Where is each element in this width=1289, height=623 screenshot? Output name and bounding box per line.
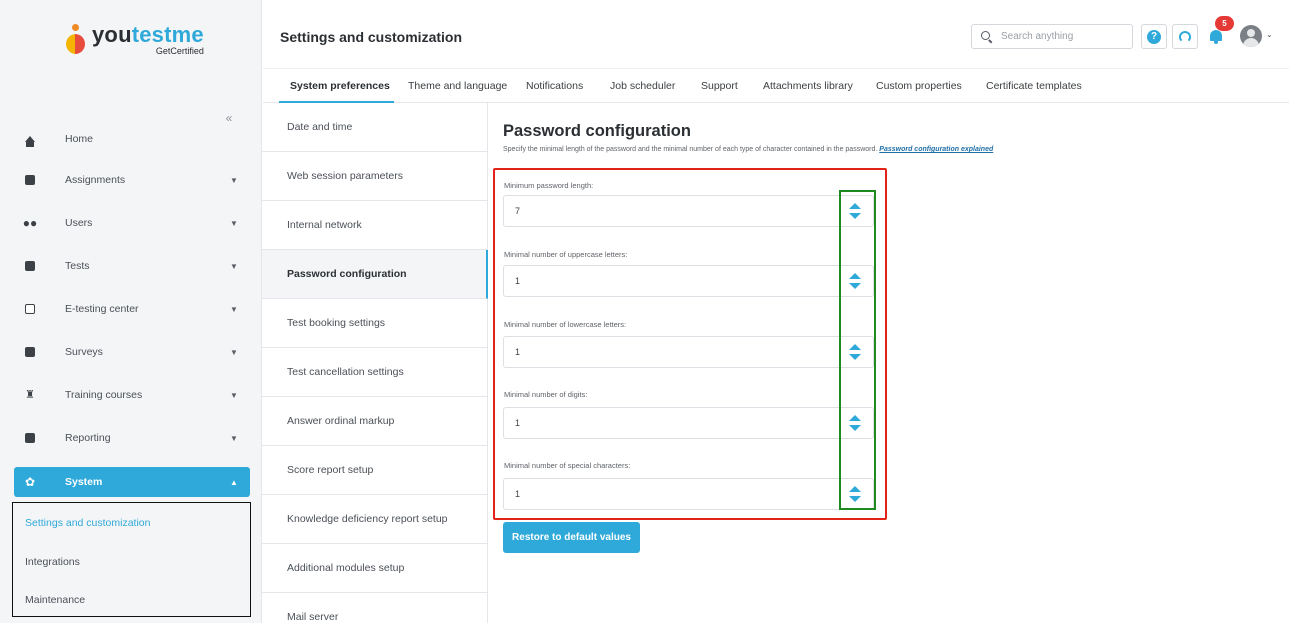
sidebar-item-label: Reporting bbox=[65, 432, 111, 444]
sidebar-item-label: Assignments bbox=[65, 174, 126, 186]
settings-item-password-configuration[interactable]: Password configuration bbox=[262, 250, 488, 299]
settings-item-mail-server[interactable]: Mail server bbox=[262, 593, 487, 623]
tab-certificate-templates[interactable]: Certificate templates bbox=[986, 80, 1082, 92]
sidebar-item-label: System bbox=[65, 476, 103, 488]
logo-word-part1: you bbox=[92, 22, 132, 47]
chevron-down-icon: ▼ bbox=[230, 175, 238, 185]
settings-item-test-booking[interactable]: Test booking settings bbox=[262, 299, 487, 348]
logo-word-part2: testme bbox=[131, 22, 204, 47]
assignments-icon bbox=[24, 174, 36, 186]
chevron-down-icon: ▼ bbox=[230, 261, 238, 271]
search-icon bbox=[981, 30, 993, 43]
restore-defaults-button[interactable]: Restore to default values bbox=[503, 522, 640, 553]
tab-notifications[interactable]: Notifications bbox=[526, 80, 583, 92]
sidebar-item-label: Users bbox=[65, 217, 93, 229]
reporting-icon bbox=[24, 432, 36, 444]
tab-support[interactable]: Support bbox=[701, 80, 738, 92]
section-description: Specify the minimal length of the passwo… bbox=[503, 146, 993, 153]
submenu-item-settings[interactable]: Settings and customization bbox=[25, 517, 151, 529]
sidebar-item-label: Training courses bbox=[65, 389, 143, 401]
settings-item-knowledge-deficiency[interactable]: Knowledge deficiency report setup bbox=[262, 495, 487, 544]
settings-item-answer-ordinal-markup[interactable]: Answer ordinal markup bbox=[262, 397, 487, 446]
annotation-green-box bbox=[839, 190, 876, 510]
logo-mark-icon bbox=[66, 24, 86, 56]
support-button[interactable] bbox=[1172, 24, 1198, 49]
settings-list: Date and time Web session parameters Int… bbox=[262, 103, 488, 623]
section-title: Password configuration bbox=[503, 122, 691, 140]
page-title: Settings and customization bbox=[280, 29, 463, 45]
chevron-down-icon[interactable]: ⌄ bbox=[1266, 30, 1273, 39]
sidebar-item-label: Surveys bbox=[65, 346, 103, 358]
home-icon bbox=[24, 133, 36, 147]
annotation-red-box bbox=[493, 168, 887, 520]
tests-icon bbox=[24, 260, 36, 272]
search-input[interactable] bbox=[1001, 31, 1121, 42]
tab-custom-properties[interactable]: Custom properties bbox=[876, 80, 962, 92]
chevron-down-icon: ▼ bbox=[230, 218, 238, 228]
sidebar-item-label: Home bbox=[65, 133, 94, 145]
chevron-down-icon: ▼ bbox=[230, 433, 238, 443]
sidebar-item-surveys[interactable]: Surveys ▼ bbox=[14, 337, 250, 367]
settings-item-additional-modules[interactable]: Additional modules setup bbox=[262, 544, 487, 593]
sidebar-item-reporting[interactable]: Reporting ▼ bbox=[14, 423, 250, 453]
settings-item-date-and-time[interactable]: Date and time bbox=[262, 103, 487, 152]
gear-icon: ✿ bbox=[24, 475, 36, 489]
sidebar-item-label: Tests bbox=[65, 260, 90, 272]
search-box[interactable] bbox=[971, 24, 1133, 49]
sidebar-item-tests[interactable]: Tests ▼ bbox=[14, 251, 250, 281]
tab-job-scheduler[interactable]: Job scheduler bbox=[610, 80, 675, 92]
trophy-icon: ♜ bbox=[25, 388, 35, 401]
password-configuration-explained-link[interactable]: Password configuration explained bbox=[879, 146, 993, 153]
sidebar-item-training-courses[interactable]: ♜ Training courses ▼ bbox=[14, 380, 250, 410]
sidebar-item-home[interactable]: Home bbox=[14, 124, 250, 154]
settings-item-internal-network[interactable]: Internal network bbox=[262, 201, 487, 250]
sidebar-item-system[interactable]: ✿ System ▲ bbox=[14, 467, 250, 497]
sidebar: youtestme GetCertified « Home Assignment… bbox=[0, 0, 262, 623]
chevron-down-icon: ▼ bbox=[230, 304, 238, 314]
tab-system-preferences[interactable]: System preferences bbox=[290, 80, 390, 92]
brand-logo[interactable]: youtestme GetCertified bbox=[66, 24, 204, 64]
tab-attachments-library[interactable]: Attachments library bbox=[763, 80, 853, 92]
chevron-up-icon: ▲ bbox=[230, 477, 238, 487]
logo-tagline: GetCertified bbox=[155, 46, 204, 56]
chevron-down-icon: ▼ bbox=[230, 347, 238, 357]
sidebar-item-e-testing-center[interactable]: E-testing center ▼ bbox=[14, 294, 250, 324]
system-submenu: Settings and customization Integrations … bbox=[12, 502, 251, 617]
help-icon: ? bbox=[1147, 29, 1161, 44]
notification-count-badge: 5 bbox=[1215, 16, 1234, 31]
user-avatar[interactable] bbox=[1240, 25, 1262, 47]
sidebar-item-label: E-testing center bbox=[65, 303, 139, 315]
surveys-icon bbox=[24, 346, 36, 358]
tab-theme-and-language[interactable]: Theme and language bbox=[408, 80, 507, 92]
settings-tabs: System preferences Theme and language No… bbox=[263, 68, 1289, 103]
users-icon: ●● bbox=[22, 216, 38, 230]
submenu-item-integrations[interactable]: Integrations bbox=[25, 556, 80, 568]
headset-icon bbox=[1179, 30, 1191, 43]
settings-item-web-session[interactable]: Web session parameters bbox=[262, 152, 487, 201]
settings-item-score-report[interactable]: Score report setup bbox=[262, 446, 487, 495]
chevron-down-icon: ▼ bbox=[230, 390, 238, 400]
collapse-sidebar-icon[interactable]: « bbox=[220, 111, 238, 125]
e-testing-icon bbox=[24, 303, 36, 315]
sidebar-item-assignments[interactable]: Assignments ▼ bbox=[14, 165, 250, 195]
submenu-item-maintenance[interactable]: Maintenance bbox=[25, 594, 85, 606]
description-text: Specify the minimal length of the passwo… bbox=[503, 146, 878, 153]
sidebar-item-users[interactable]: ●● Users ▼ bbox=[14, 208, 250, 238]
help-button[interactable]: ? bbox=[1141, 24, 1167, 49]
settings-item-test-cancellation[interactable]: Test cancellation settings bbox=[262, 348, 487, 397]
